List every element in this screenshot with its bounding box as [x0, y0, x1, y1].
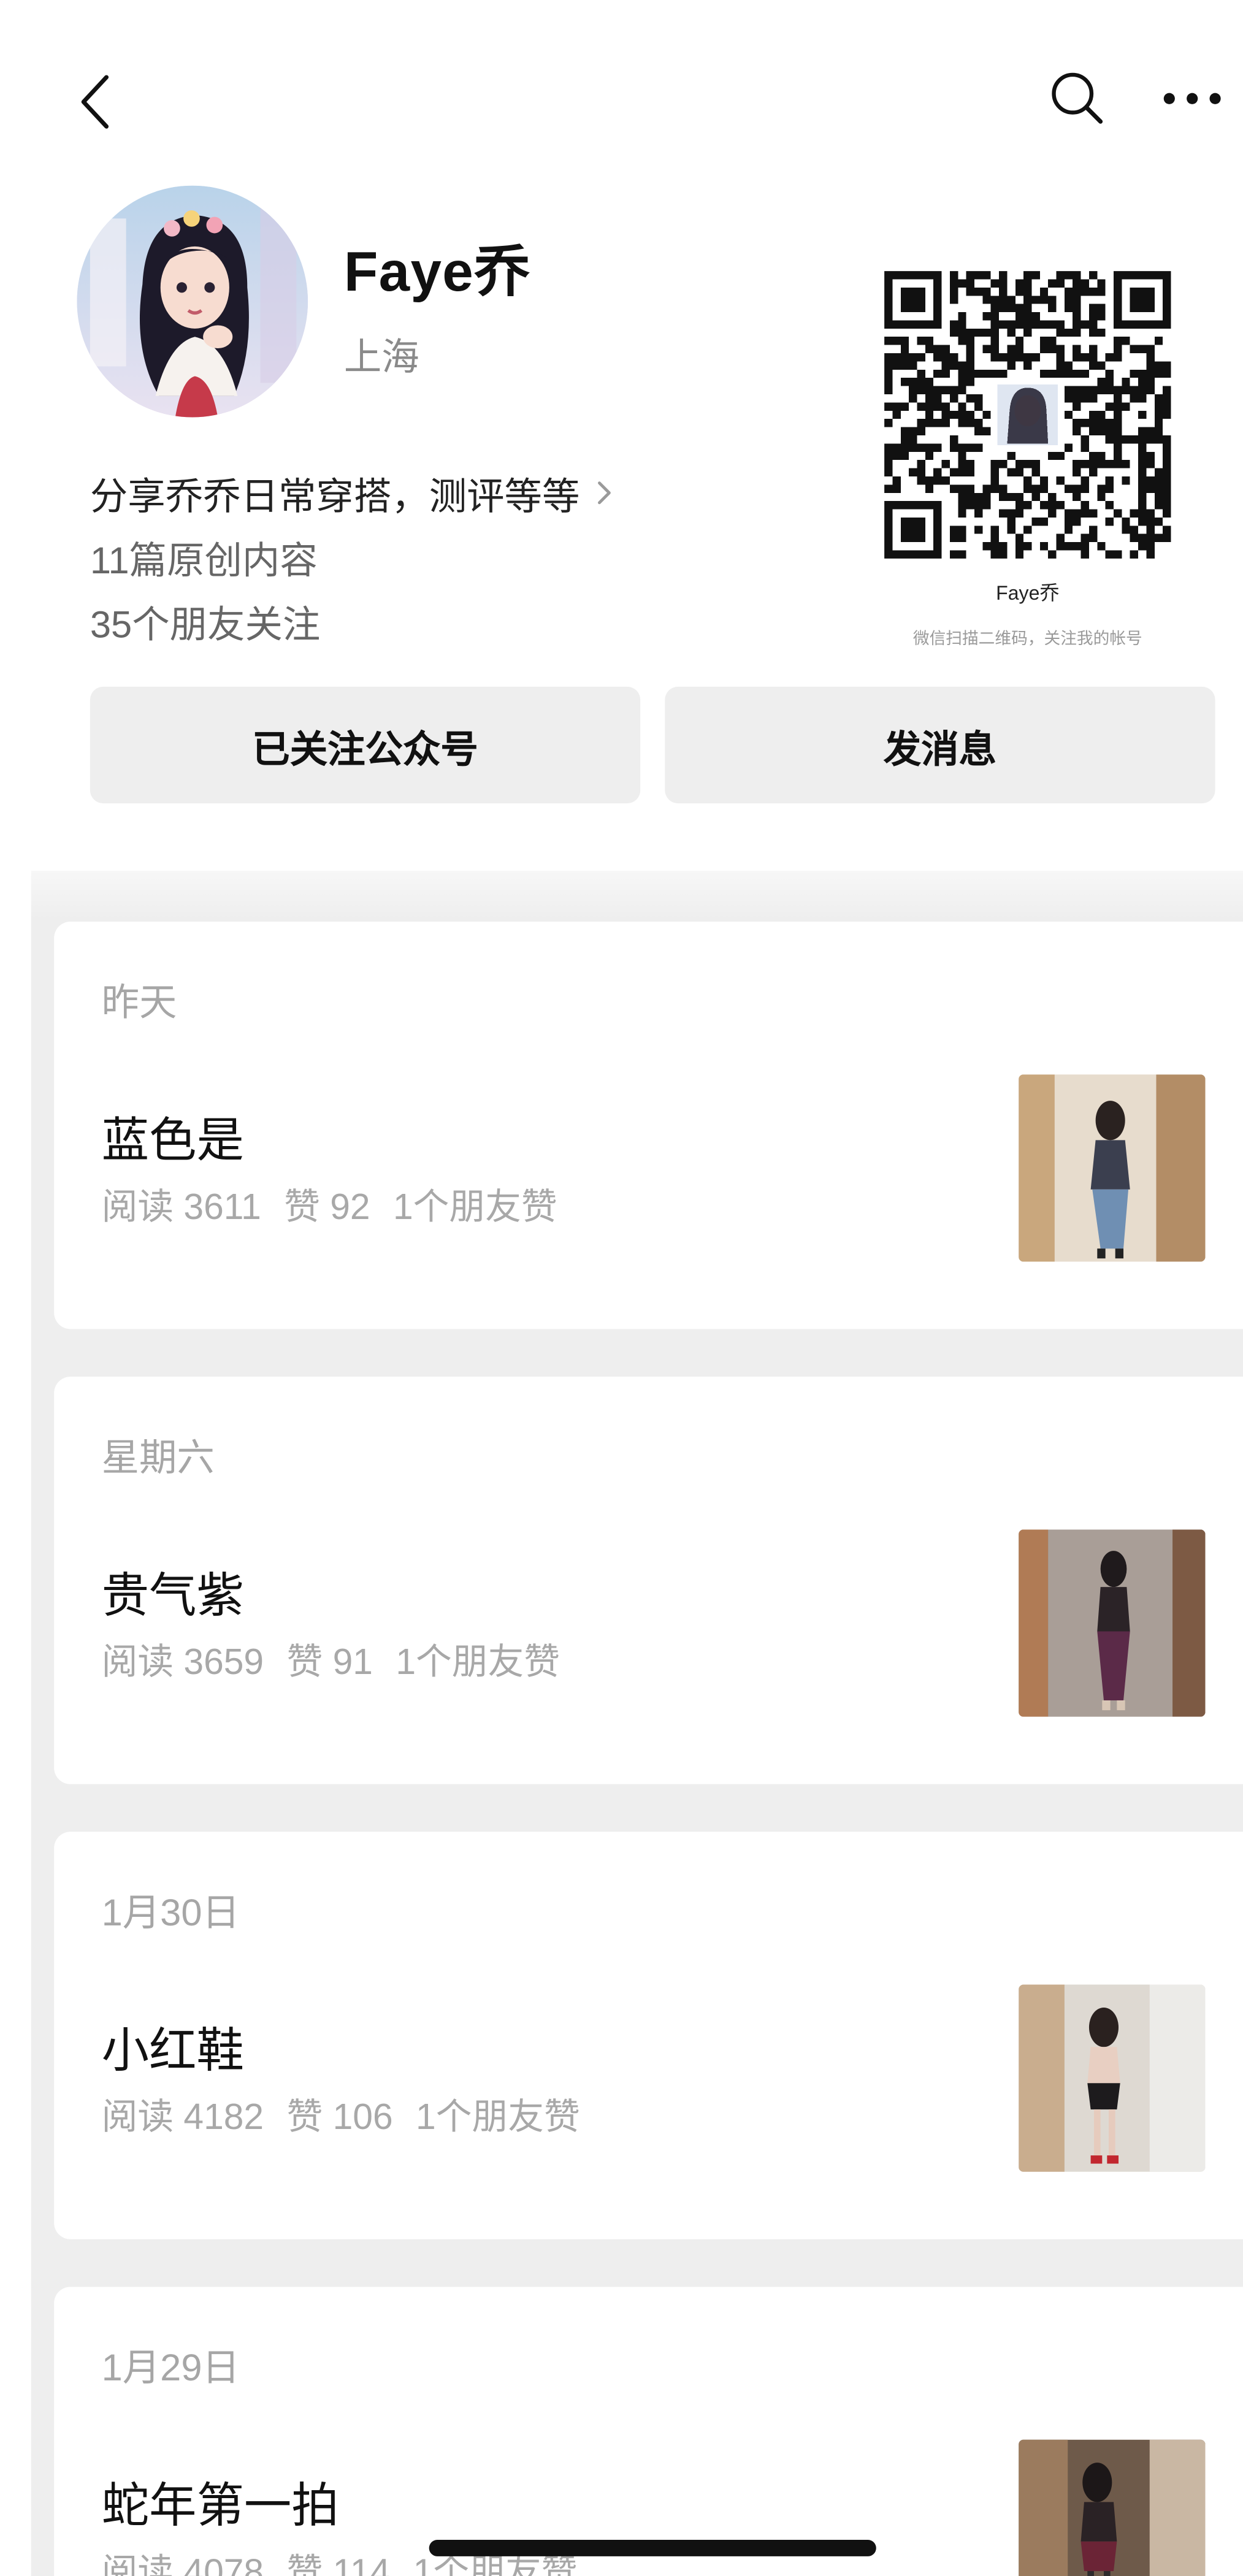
article-thumbnail-photo	[1019, 1984, 1206, 2172]
article-date: 1月29日	[101, 2345, 240, 2389]
article-likes: 赞 106	[286, 2096, 393, 2138]
article-thumbnail-photo	[1019, 2439, 1206, 2576]
chevron-right-icon	[598, 481, 611, 505]
followed-button[interactable]: 已关注公众号	[90, 686, 641, 804]
article-title: 蛇年第一拍	[101, 2480, 339, 2534]
search-icon	[1052, 72, 1103, 124]
article-card[interactable]: 1月30日 小红鞋 阅读 4182 赞 106 1个朋友赞	[54, 1832, 1243, 2239]
more-button[interactable]	[1156, 63, 1228, 135]
avatar[interactable]	[77, 185, 308, 418]
article-reads: 阅读 3611	[101, 1186, 261, 1228]
article-thumbnail-photo	[1019, 1074, 1206, 1262]
article-meta: 阅读 3611 赞 92 1个朋友赞	[102, 1178, 581, 1231]
article-friend-likes: 1个朋友赞	[416, 2096, 580, 2138]
article-thumbnail	[1019, 1984, 1206, 2172]
article-date: 1月30日	[101, 1890, 240, 1934]
account-intro[interactable]: 分享乔乔日常穿搭，测评等等	[90, 465, 613, 521]
article-card[interactable]: 昨天 蓝色是 阅读 3611 赞 92 1个朋友赞	[54, 922, 1243, 1329]
article-date: 星期六	[101, 1435, 215, 1479]
qr-account-name: Faye乔	[996, 581, 1060, 605]
article-card[interactable]: 星期六 贵气紫 阅读 3659 赞 91 1个朋友赞	[54, 1377, 1243, 1784]
article-card[interactable]: 1月29日 蛇年第一拍 阅读 4078 赞 114 1个朋友赞	[54, 2287, 1243, 2576]
article-date: 昨天	[101, 980, 177, 1024]
article-thumbnail	[1019, 2439, 1206, 2576]
qr-code-image	[884, 271, 1171, 559]
article-likes: 赞 91	[286, 1641, 373, 1683]
article-title: 小红鞋	[101, 2025, 244, 2079]
account-intro-text: 分享乔乔日常穿搭，测评等等	[90, 475, 580, 518]
account-profile-page: Faye乔 上海 分享乔乔日常穿搭，测评等等 11篇原创内容 35个朋友关注 F…	[0, 0, 1243, 2576]
article-likes: 赞 114	[286, 2551, 391, 2576]
article-friend-likes: 1个朋友赞	[396, 1641, 560, 1683]
original-content-count[interactable]: 11篇原创内容	[90, 529, 318, 585]
back-button[interactable]	[59, 66, 131, 138]
avatar-illustration	[77, 185, 308, 418]
article-thumbnail	[1019, 1529, 1206, 1717]
account-name: Faye乔	[343, 241, 531, 304]
article-title: 蓝色是	[101, 1115, 244, 1168]
article-thumbnail-photo	[1019, 1529, 1206, 1717]
article-reads: 阅读 3659	[101, 1641, 264, 1683]
back-chevron-icon	[81, 75, 109, 129]
qr-code[interactable]	[884, 271, 1171, 567]
more-dots-icon	[1163, 93, 1221, 104]
search-button[interactable]	[1042, 63, 1114, 135]
send-message-button[interactable]: 发消息	[665, 686, 1215, 804]
account-location: 上海	[343, 335, 419, 378]
article-reads: 阅读 4182	[101, 2096, 264, 2138]
article-meta: 阅读 4182 赞 106 1个朋友赞	[102, 2088, 603, 2141]
friends-following-count[interactable]: 35个朋友关注	[90, 593, 320, 649]
article-meta: 阅读 3659 赞 91 1个朋友赞	[102, 1633, 583, 1686]
qr-scan-tip: 微信扫描二维码，关注我的帐号	[912, 630, 1142, 649]
article-friend-likes: 1个朋友赞	[392, 1186, 557, 1228]
home-indicator[interactable]	[429, 2540, 876, 2556]
article-likes: 赞 92	[284, 1186, 370, 1228]
article-title: 贵气紫	[101, 1570, 244, 1624]
article-thumbnail	[1019, 1074, 1206, 1262]
article-reads: 阅读 4078	[101, 2551, 264, 2576]
